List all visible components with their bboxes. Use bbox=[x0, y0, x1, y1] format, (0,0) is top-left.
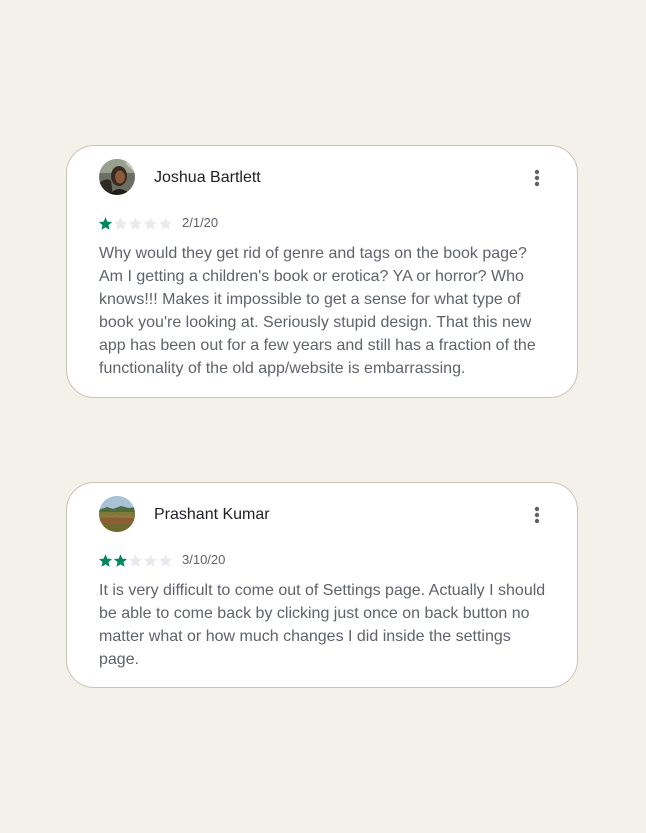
more-options-button[interactable] bbox=[525, 501, 549, 529]
review-text: It is very difficult to come out of Sett… bbox=[99, 582, 546, 668]
more-options-button[interactable] bbox=[525, 164, 549, 192]
star-empty-icon bbox=[143, 216, 158, 230]
star-empty-icon bbox=[113, 216, 128, 230]
star-rating bbox=[98, 216, 173, 231]
reviewer-name: Joshua Bartlett bbox=[154, 169, 261, 186]
avatar bbox=[99, 159, 135, 195]
user-photo-avatar-icon bbox=[99, 159, 135, 195]
rating-row: 3/10/20 bbox=[98, 552, 225, 568]
reviewer-name: Prashant Kumar bbox=[154, 506, 270, 523]
star-empty-icon bbox=[158, 553, 173, 567]
more-vert-icon bbox=[534, 169, 540, 187]
avatar bbox=[99, 496, 135, 532]
review-date: 2/1/20 bbox=[182, 215, 219, 230]
review-card: Joshua Bartlett 2/1/20 Why would they ge… bbox=[66, 145, 578, 398]
rating-row: 2/1/20 bbox=[98, 215, 218, 231]
landscape-photo-avatar-icon bbox=[99, 496, 135, 532]
more-vert-icon bbox=[534, 506, 540, 524]
review-text: Why would they get rid of genre and tags… bbox=[99, 245, 536, 377]
star-rating bbox=[98, 553, 173, 568]
review-card: Prashant Kumar 3/10/20 It is very diffic… bbox=[66, 482, 578, 688]
star-filled-icon bbox=[98, 553, 113, 567]
star-empty-icon bbox=[128, 216, 143, 230]
star-empty-icon bbox=[143, 553, 158, 567]
star-empty-icon bbox=[128, 553, 143, 567]
star-filled-icon bbox=[98, 216, 113, 230]
star-filled-icon bbox=[113, 553, 128, 567]
review-date: 3/10/20 bbox=[182, 552, 226, 567]
star-empty-icon bbox=[158, 216, 173, 230]
